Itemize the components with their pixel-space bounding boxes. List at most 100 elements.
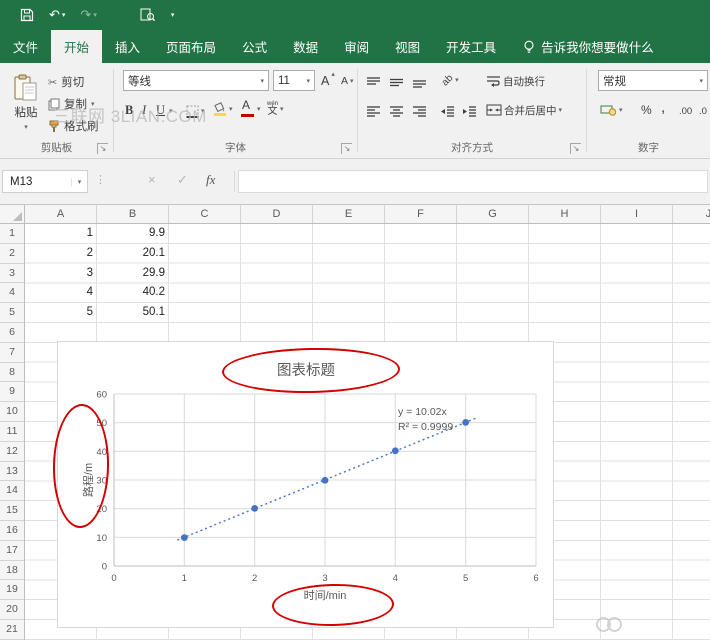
alignment-dialog-launcher[interactable]: ↘ bbox=[570, 143, 581, 154]
select-all-corner[interactable] bbox=[0, 205, 25, 224]
column-header-H[interactable]: H bbox=[529, 205, 601, 223]
column-header-D[interactable]: D bbox=[241, 205, 313, 223]
row-header-1[interactable]: 1 bbox=[0, 224, 24, 244]
insert-function-button[interactable]: fx bbox=[206, 172, 215, 188]
row-header-11[interactable]: 11 bbox=[0, 422, 24, 442]
column-header-E[interactable]: E bbox=[313, 205, 385, 223]
increase-decimal-button[interactable]: .00 bbox=[679, 100, 692, 122]
percent-style-button[interactable]: % bbox=[641, 99, 652, 121]
enter-button[interactable]: ✓ bbox=[177, 172, 188, 188]
font-name-select[interactable]: 等线 ▾ bbox=[123, 70, 269, 91]
cell-B3[interactable]: 29.9 bbox=[97, 264, 169, 284]
increase-font-size-button[interactable]: A ▴ bbox=[321, 70, 335, 92]
name-box[interactable]: M13 ▾ bbox=[2, 170, 88, 193]
cell-B2[interactable]: 20.1 bbox=[97, 244, 169, 264]
row-header-12[interactable]: 12 bbox=[0, 442, 24, 462]
align-bottom-button[interactable] bbox=[412, 71, 427, 93]
row-header-2[interactable]: 2 bbox=[0, 244, 24, 264]
row-header-20[interactable]: 20 bbox=[0, 600, 24, 620]
bold-button[interactable]: B bbox=[125, 99, 133, 121]
redo-button[interactable]: ↷ ▾ bbox=[80, 7, 96, 23]
row-header-8[interactable]: 8 bbox=[0, 363, 24, 383]
cell-B4[interactable]: 40.2 bbox=[97, 283, 169, 303]
orientation-button[interactable]: ab ▾ bbox=[440, 69, 459, 91]
italic-button[interactable]: I bbox=[142, 99, 146, 121]
cancel-button[interactable]: × bbox=[148, 172, 156, 187]
row-header-4[interactable]: 4 bbox=[0, 283, 24, 304]
borders-button[interactable]: ▾ bbox=[186, 100, 205, 122]
number-format-select[interactable]: 常规 ▾ bbox=[598, 70, 708, 91]
undo-button[interactable]: ↶ ▾ bbox=[49, 7, 65, 23]
bold-icon: B bbox=[125, 102, 134, 117]
row-header-9[interactable]: 9 bbox=[0, 382, 24, 403]
row-header-3[interactable]: 3 bbox=[0, 264, 24, 284]
cell-A5[interactable]: 5 bbox=[25, 303, 97, 323]
row-header-10[interactable]: 10 bbox=[0, 402, 24, 422]
save-button[interactable] bbox=[20, 8, 34, 22]
tab-home[interactable]: 开始 bbox=[51, 30, 103, 63]
tab-review[interactable]: 审阅 bbox=[331, 30, 382, 63]
tab-formulas[interactable]: 公式 bbox=[229, 30, 280, 63]
font-dialog-launcher[interactable]: ↘ bbox=[341, 143, 352, 154]
phonetic-guide-button[interactable]: wén 文 ▾ bbox=[267, 98, 284, 120]
tell-me-box[interactable]: 告诉我你想要做什么 bbox=[523, 30, 654, 63]
tab-view[interactable]: 视图 bbox=[382, 30, 433, 63]
column-header-B[interactable]: B bbox=[97, 205, 169, 223]
align-center-button[interactable] bbox=[389, 100, 404, 122]
row-header-13[interactable]: 13 bbox=[0, 462, 24, 482]
row-header-7[interactable]: 7 bbox=[0, 343, 24, 363]
row-header-18[interactable]: 18 bbox=[0, 561, 24, 581]
align-middle-button[interactable] bbox=[389, 71, 404, 93]
cell-A2[interactable]: 2 bbox=[25, 244, 97, 264]
cut-button[interactable]: ✂ 剪切 bbox=[48, 71, 99, 93]
decrease-decimal-button[interactable]: .0 bbox=[699, 100, 707, 122]
align-left-button[interactable] bbox=[366, 100, 381, 122]
cell-B1[interactable]: 9.9 bbox=[97, 224, 169, 244]
column-header-A[interactable]: A bbox=[25, 205, 97, 223]
align-top-button[interactable] bbox=[366, 71, 381, 93]
decrease-font-size-button[interactable]: A ▾ bbox=[341, 70, 354, 92]
cell-B5[interactable]: 50.1 bbox=[97, 303, 169, 323]
formula-input[interactable] bbox=[238, 170, 708, 193]
cell-A1[interactable]: 1 bbox=[25, 224, 97, 244]
tab-file[interactable]: 文件 bbox=[0, 30, 51, 63]
column-header-C[interactable]: C bbox=[169, 205, 241, 223]
tab-data[interactable]: 数据 bbox=[280, 30, 331, 63]
print-preview-button[interactable] bbox=[140, 8, 156, 22]
font-size-select[interactable]: 11 ▾ bbox=[273, 70, 315, 91]
embedded-chart[interactable]: 0 1 2 3 4 5 6 0 10 20 30 40 50 60 图表标题 时间/min 路程/m y = 10… bbox=[57, 341, 554, 628]
tab-insert[interactable]: 插入 bbox=[102, 30, 153, 63]
tab-page-layout[interactable]: 页面布局 bbox=[153, 30, 229, 63]
customize-qat-button[interactable]: ▾ bbox=[171, 11, 175, 19]
row-header-16[interactable]: 16 bbox=[0, 521, 24, 541]
fill-color-button[interactable]: ▾ bbox=[213, 98, 233, 120]
merge-center-button[interactable]: 合并后居中 ▾ bbox=[486, 99, 562, 121]
chart-y-tick-label: 50 bbox=[96, 418, 107, 429]
column-header-F[interactable]: F bbox=[385, 205, 457, 223]
row-header-15[interactable]: 15 bbox=[0, 501, 24, 521]
decrease-indent-button[interactable] bbox=[440, 100, 455, 122]
row-header-14[interactable]: 14 bbox=[0, 481, 24, 502]
tab-developer[interactable]: 开发工具 bbox=[433, 30, 509, 63]
underline-button[interactable]: U bbox=[156, 99, 165, 121]
cell-A4[interactable]: 4 bbox=[25, 283, 97, 303]
row-header-17[interactable]: 17 bbox=[0, 541, 24, 561]
row-header-5[interactable]: 5 bbox=[0, 303, 24, 323]
column-header-J[interactable]: J bbox=[673, 205, 710, 223]
align-right-button[interactable] bbox=[412, 100, 427, 122]
increase-indent-button[interactable] bbox=[462, 100, 477, 122]
accounting-format-button[interactable]: ▾ bbox=[600, 99, 623, 121]
comma-style-button[interactable]: , bbox=[661, 96, 665, 118]
copy-button[interactable]: 复制 ▾ bbox=[48, 93, 99, 115]
font-color-button[interactable]: A ▾ bbox=[240, 98, 261, 120]
row-header-6[interactable]: 6 bbox=[0, 323, 24, 343]
clipboard-dialog-launcher[interactable]: ↘ bbox=[97, 143, 108, 154]
row-header-21[interactable]: 21 bbox=[0, 620, 24, 640]
wrap-text-button[interactable]: 自动换行 bbox=[486, 70, 545, 92]
column-header-G[interactable]: G bbox=[457, 205, 529, 223]
row-header-19[interactable]: 19 bbox=[0, 580, 24, 601]
column-header-I[interactable]: I bbox=[601, 205, 673, 223]
format-painter-button[interactable]: 格式刷 bbox=[48, 115, 99, 137]
redo-icon: ↷ bbox=[80, 7, 92, 22]
cell-A3[interactable]: 3 bbox=[25, 264, 97, 284]
